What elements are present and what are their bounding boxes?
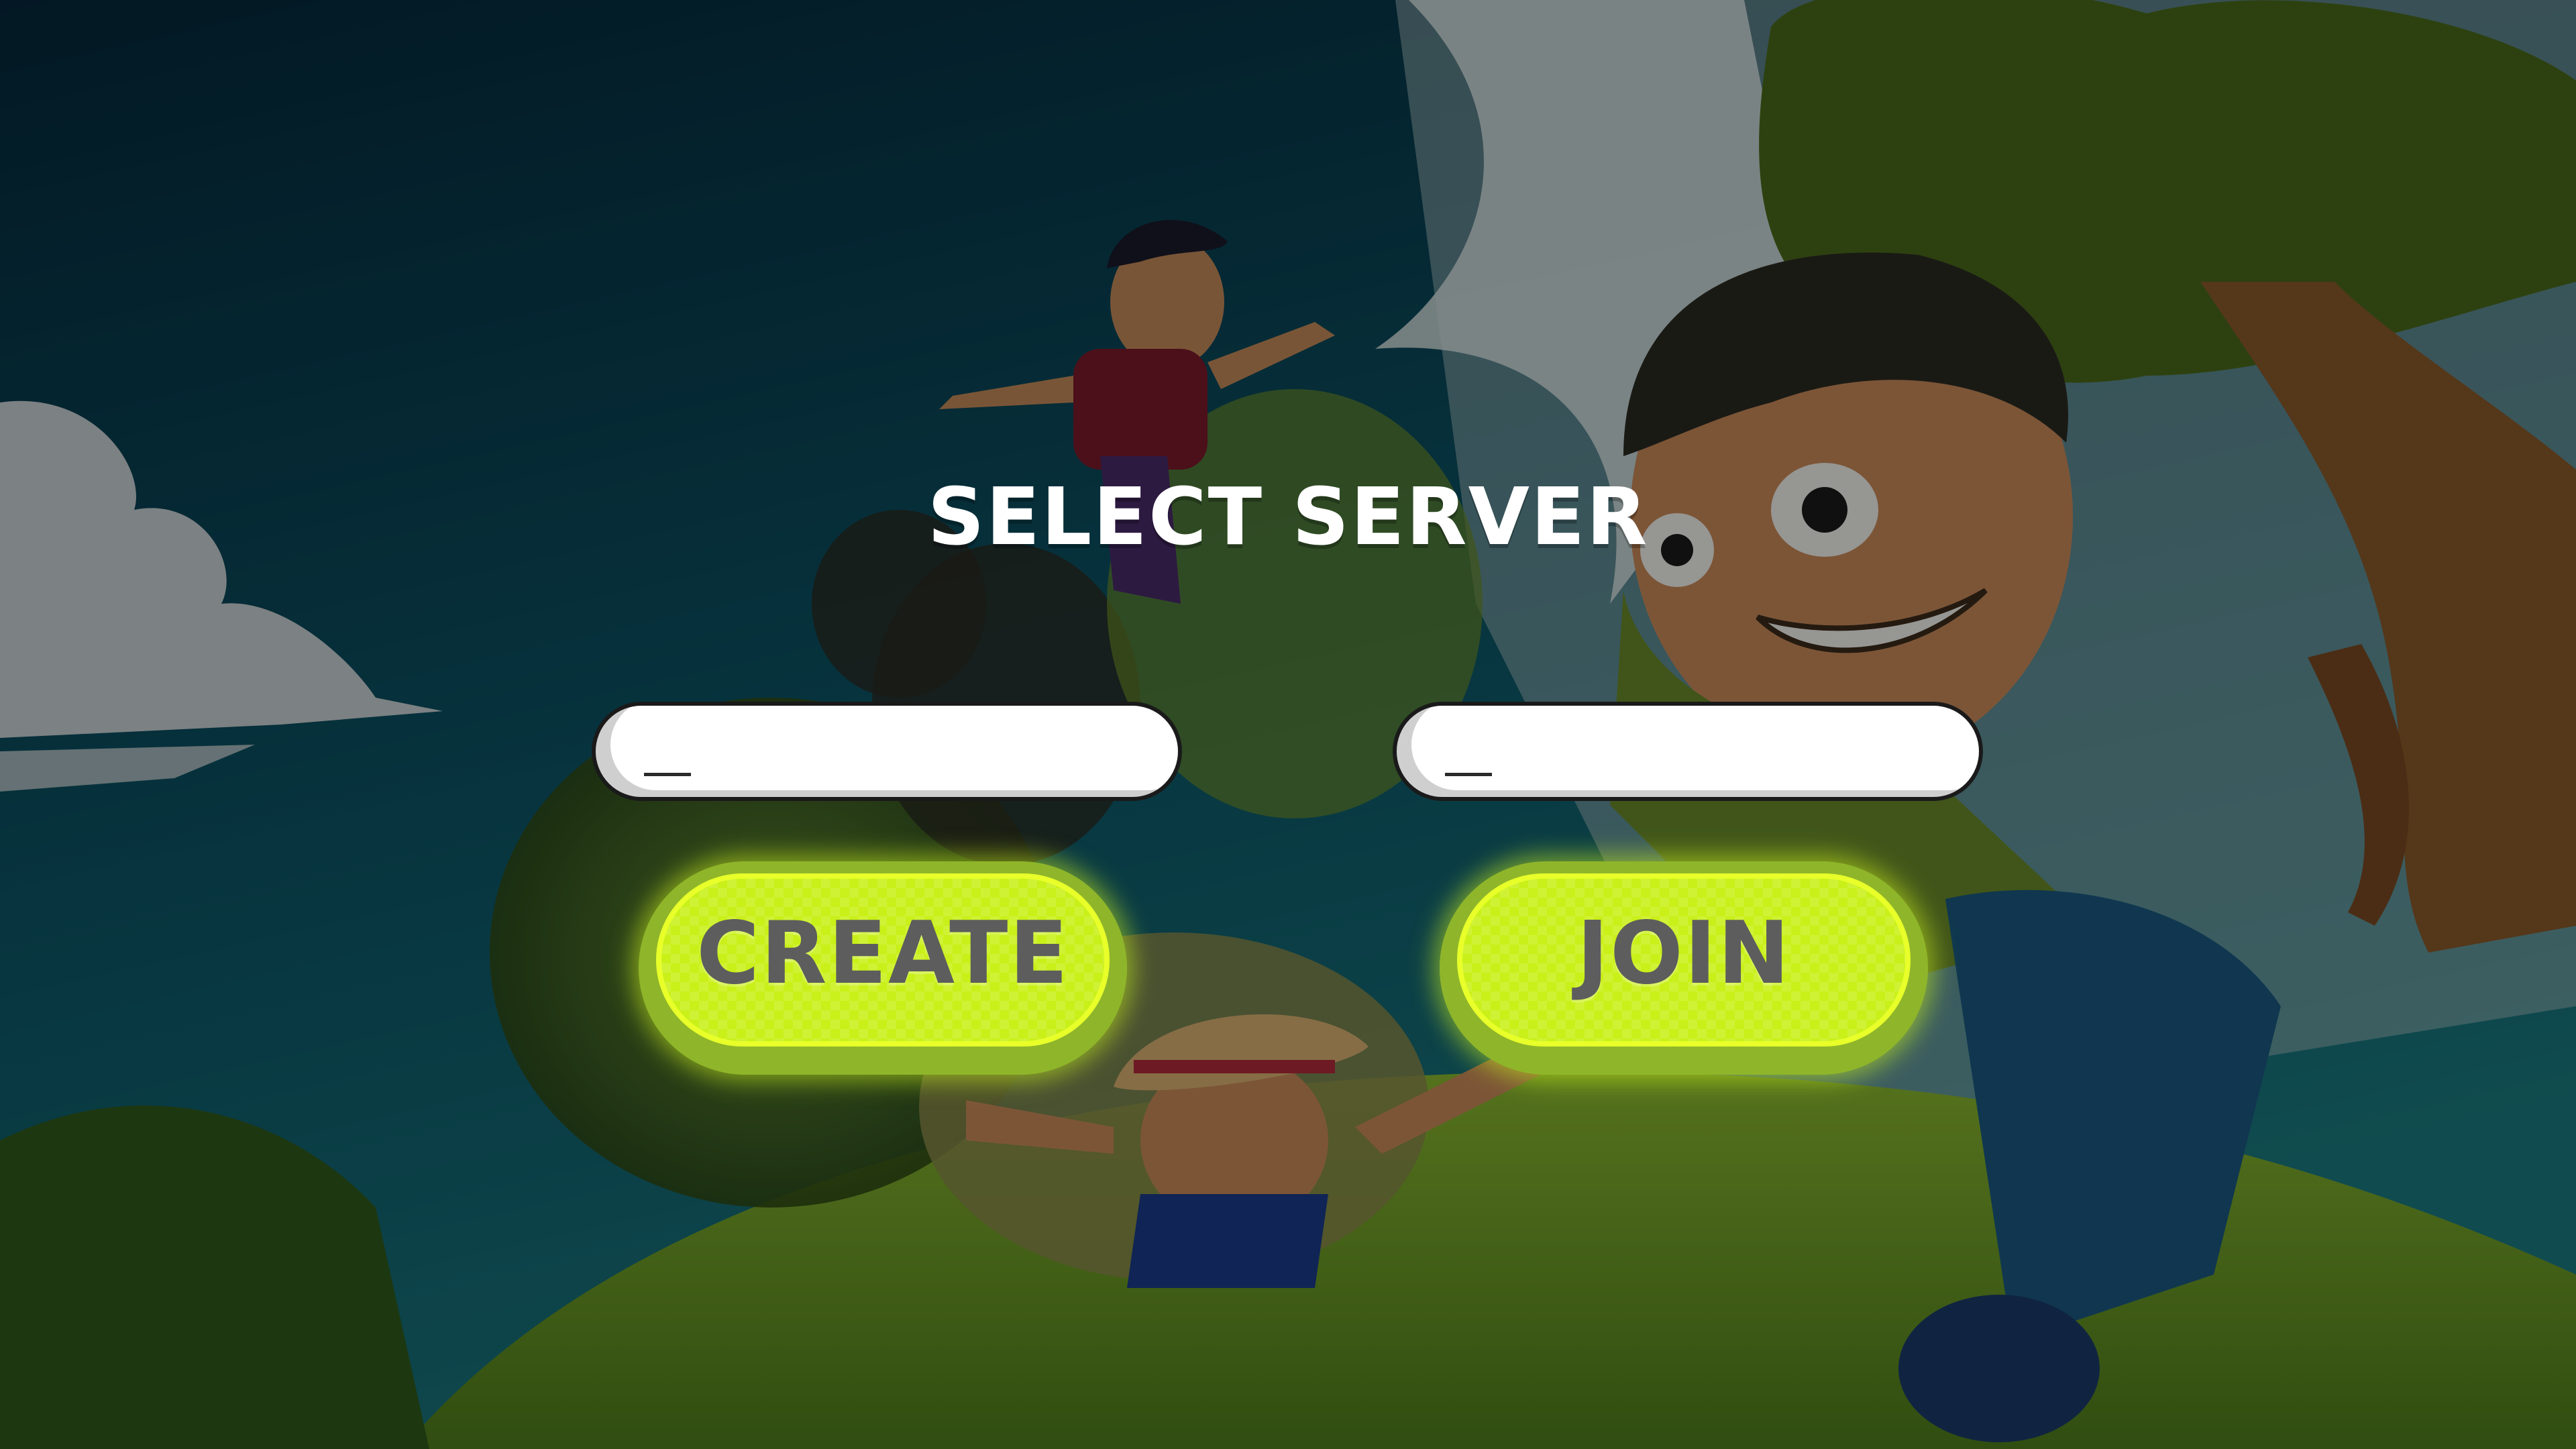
create-server-field[interactable] <box>596 706 1178 797</box>
page-title: SELECT SERVER <box>927 470 1649 563</box>
text-caret <box>1445 773 1492 776</box>
join-server-field[interactable] <box>1397 706 1979 797</box>
server-name-input-right[interactable] <box>1393 702 1983 801</box>
join-button-label: JOIN <box>1576 904 1791 1004</box>
join-button[interactable]: JOIN <box>1440 861 1928 1075</box>
game-screen: SELECT SERVER CREATE JOIN <box>0 0 2576 1449</box>
create-button-label: CREATE <box>696 904 1069 1004</box>
server-name-input-left[interactable] <box>592 702 1182 801</box>
text-caret <box>644 773 691 776</box>
dim-overlay <box>0 0 2576 1449</box>
create-button[interactable]: CREATE <box>639 861 1127 1075</box>
